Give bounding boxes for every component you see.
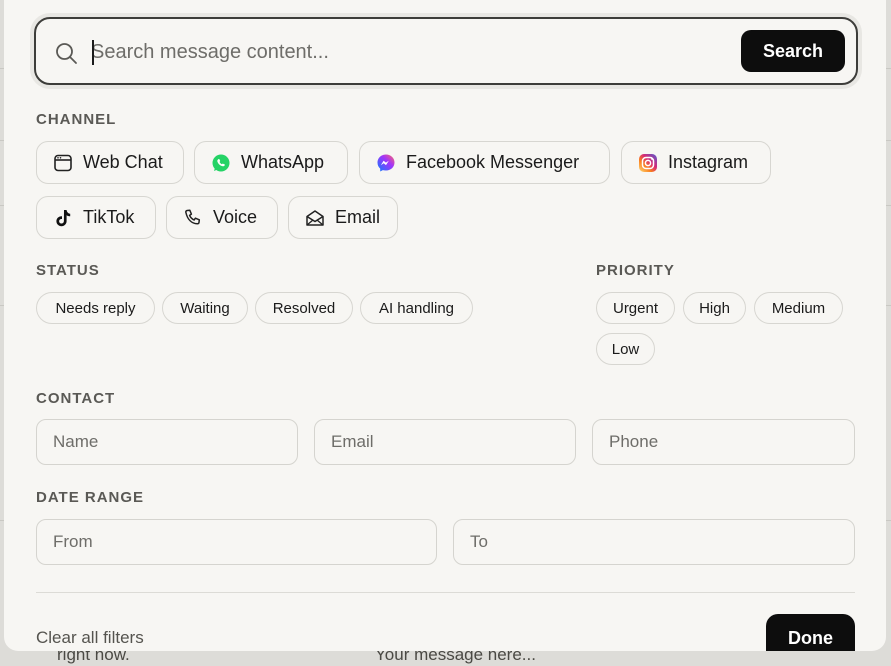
instagram-icon: [638, 153, 658, 173]
search-button[interactable]: Search: [741, 30, 845, 72]
status-pill-resolved[interactable]: Resolved: [255, 292, 353, 324]
date-range-label: DATE RANGE: [36, 489, 145, 506]
channel-chip-instagram[interactable]: Instagram: [621, 141, 771, 184]
channel-chip-label: WhatsApp: [241, 152, 325, 172]
status-pill-waiting[interactable]: Waiting: [162, 292, 248, 324]
phone-icon: [183, 208, 203, 228]
contact-email-field[interactable]: [314, 419, 576, 465]
footer-divider: [36, 592, 855, 593]
priority-pill-urgent[interactable]: Urgent: [596, 292, 675, 324]
channel-chip-tiktok[interactable]: TikTok: [36, 196, 156, 239]
channel-label: CHANNEL: [36, 111, 117, 128]
channel-chip-label: Instagram: [668, 152, 749, 172]
channel-chip-facebook-messenger[interactable]: Facebook Messenger: [359, 141, 610, 184]
filter-modal: Search CHANNEL Web Chat WhatsApp Faceboo…: [4, 0, 886, 651]
priority-pill-low[interactable]: Low: [596, 333, 655, 365]
channel-chip-label: TikTok: [83, 207, 135, 227]
priority-label: PRIORITY: [596, 262, 675, 279]
search-bar: Search: [34, 17, 858, 85]
channel-chip-label: Web Chat: [83, 152, 163, 172]
status-label: STATUS: [36, 262, 100, 279]
contact-label: CONTACT: [36, 390, 116, 407]
channel-chip-web-chat[interactable]: Web Chat: [36, 141, 184, 184]
date-to-field[interactable]: [453, 519, 855, 565]
status-pill-needs-reply[interactable]: Needs reply: [36, 292, 155, 324]
channel-chip-email[interactable]: Email: [288, 196, 398, 239]
channel-chip-label: Email: [335, 207, 381, 227]
priority-pill-high[interactable]: High: [683, 292, 746, 324]
tiktok-icon: [53, 208, 73, 228]
web-chat-icon: [53, 153, 73, 173]
search-input[interactable]: [91, 36, 731, 68]
priority-pill-medium[interactable]: Medium: [754, 292, 843, 324]
clear-all-filters-button[interactable]: Clear all filters: [36, 628, 144, 648]
envelope-icon: [305, 208, 325, 228]
contact-phone-field[interactable]: [592, 419, 855, 465]
text-caret: [92, 40, 94, 65]
date-from-field[interactable]: [36, 519, 437, 565]
status-pill-ai-handling[interactable]: AI handling: [360, 292, 473, 324]
contact-name-field[interactable]: [36, 419, 298, 465]
channel-chip-voice[interactable]: Voice: [166, 196, 278, 239]
channel-chip-label: Facebook Messenger: [406, 152, 580, 172]
whatsapp-icon: [211, 153, 231, 173]
channel-chip-label: Voice: [213, 207, 258, 227]
messenger-icon: [376, 153, 396, 173]
channel-chip-whatsapp[interactable]: WhatsApp: [194, 141, 348, 184]
done-button[interactable]: Done: [766, 614, 855, 651]
search-icon: [56, 43, 77, 64]
